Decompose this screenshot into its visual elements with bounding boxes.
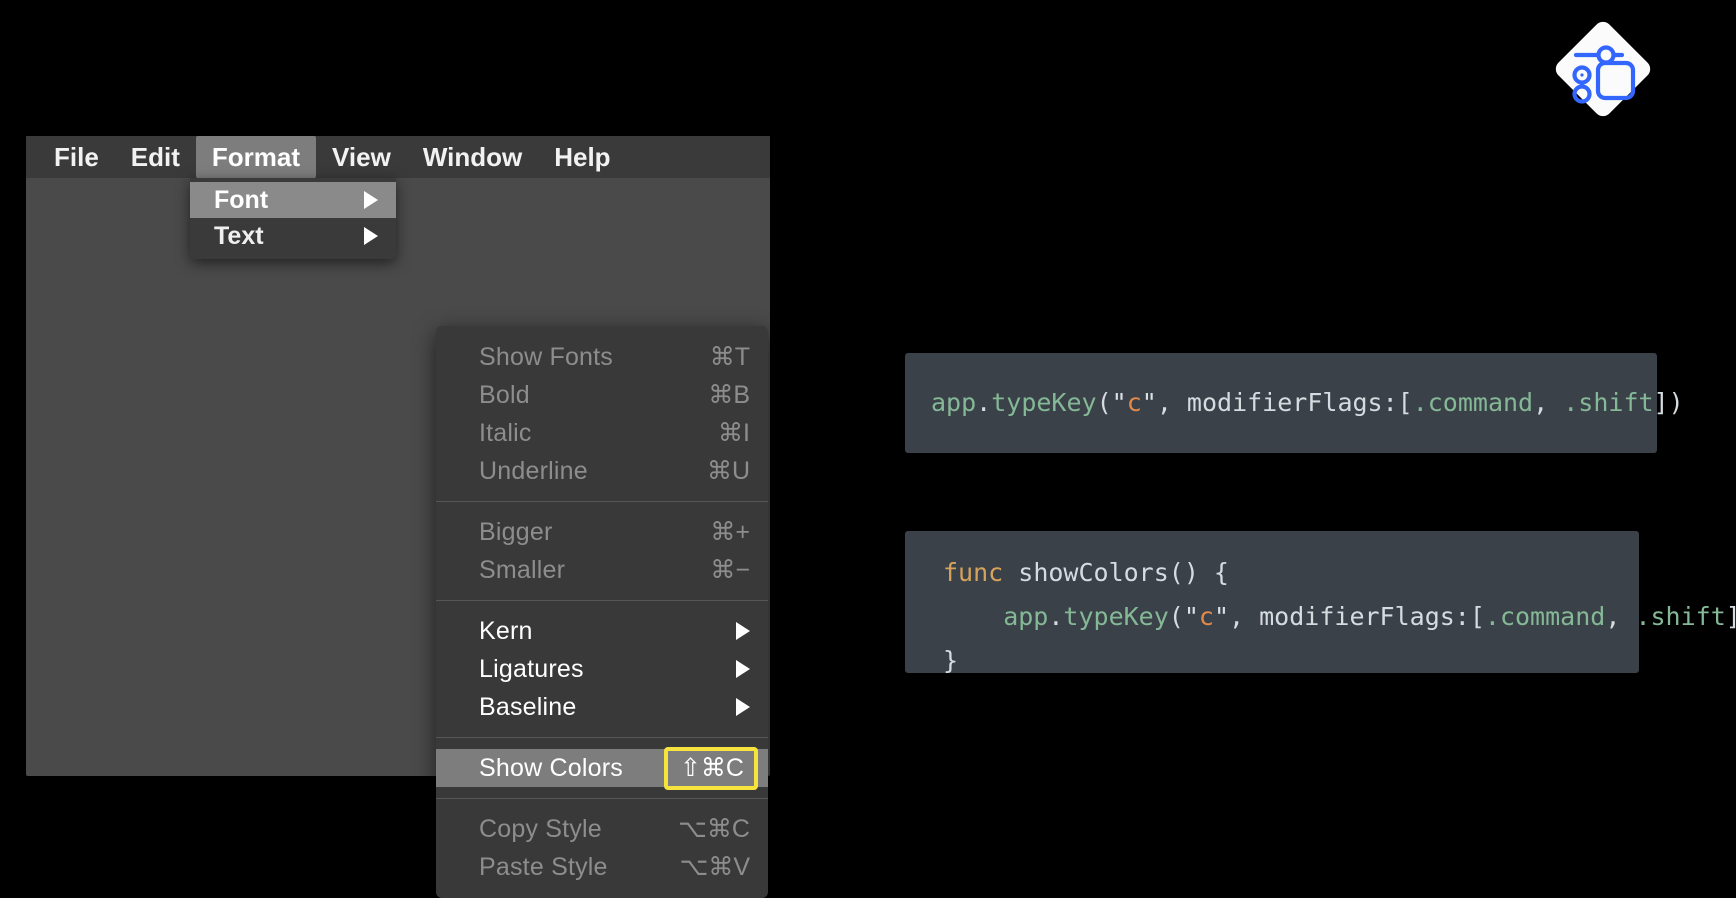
menu-item-text-label: Text bbox=[214, 221, 264, 250]
code-token: .command bbox=[1412, 388, 1534, 417]
menu-item-bigger[interactable]: Bigger ⌘+ bbox=[436, 513, 768, 551]
menu-item-shortcut: ⌘T bbox=[709, 343, 750, 371]
code-token: typeKey bbox=[991, 388, 1097, 417]
code-token: ( bbox=[1096, 388, 1112, 417]
menu-item-shortcut: ⌘I bbox=[718, 419, 750, 447]
code-token: " bbox=[1111, 388, 1127, 417]
code-token: app bbox=[931, 388, 977, 417]
menu-separator bbox=[436, 737, 768, 738]
menubar-item-view[interactable]: View bbox=[316, 136, 407, 178]
menu-item-shortcut: ⌘− bbox=[710, 556, 750, 584]
code-token: ]) bbox=[1653, 388, 1684, 417]
code-block-showcolors: func showColors() { app.typeKey("c", mod… bbox=[905, 531, 1736, 675]
menu-item-label: Kern bbox=[479, 616, 533, 645]
code-token: . bbox=[1048, 602, 1064, 631]
code-token: c bbox=[1126, 388, 1142, 417]
code-token: c bbox=[1198, 602, 1214, 631]
menu-item-shortcut: ⌘U bbox=[706, 457, 750, 485]
chevron-right-icon bbox=[736, 660, 750, 678]
menubar-item-window[interactable]: Window bbox=[407, 136, 538, 178]
menu-item-text[interactable]: Text bbox=[190, 218, 396, 254]
menu-item-label: Bold bbox=[479, 380, 530, 409]
shortcut-highlight-box: ⇧⌘C bbox=[664, 746, 758, 790]
code-line: app.typeKey("c", modifierFlags:[.command… bbox=[931, 381, 1684, 425]
code-token: " bbox=[1141, 388, 1157, 417]
code-token: .shift bbox=[1635, 602, 1726, 631]
menu-item-copy-style[interactable]: Copy Style ⌥⌘C bbox=[436, 810, 768, 848]
menu-item-shortcut: ⌘B bbox=[708, 381, 750, 409]
code-token: , bbox=[1533, 388, 1564, 417]
format-dropdown-menu: Font Text bbox=[190, 178, 396, 259]
chevron-right-icon bbox=[736, 698, 750, 716]
code-token: showColors() { bbox=[1003, 558, 1229, 587]
menu-item-show-colors[interactable]: Show Colors ⇧⌘C bbox=[436, 746, 768, 790]
code-token: ( bbox=[1168, 602, 1184, 631]
menubar-item-format[interactable]: Format bbox=[195, 136, 317, 178]
menu-item-shortcut: ⌥⌘V bbox=[679, 853, 750, 881]
code-token: } bbox=[943, 646, 959, 675]
menu-item-bold[interactable]: Bold ⌘B bbox=[436, 376, 768, 414]
menu-item-font[interactable]: Font bbox=[190, 182, 396, 218]
chevron-right-icon bbox=[736, 622, 750, 640]
menu-item-ligatures[interactable]: Ligatures bbox=[436, 650, 768, 688]
menu-item-label: Show Fonts bbox=[479, 342, 614, 371]
menu-item-baseline[interactable]: Baseline bbox=[436, 688, 768, 726]
menu-item-smaller[interactable]: Smaller ⌘− bbox=[436, 551, 768, 589]
menubar: File Edit Format View Window Help bbox=[26, 136, 770, 178]
menu-item-show-fonts[interactable]: Show Fonts ⌘T bbox=[436, 338, 768, 376]
code-block-typekey: app.typeKey("c", modifierFlags:[.command… bbox=[905, 353, 1684, 453]
code-token: func bbox=[943, 558, 1004, 587]
code-token: .shift bbox=[1563, 388, 1654, 417]
code-token: , modifierFlags:[ bbox=[1156, 388, 1413, 417]
menubar-item-help[interactable]: Help bbox=[538, 136, 626, 178]
menu-item-label: Ligatures bbox=[479, 654, 584, 683]
code-token: app bbox=[943, 602, 1049, 631]
menu-item-label: Copy Style bbox=[479, 814, 602, 843]
menu-item-label: Smaller bbox=[479, 555, 566, 584]
menu-item-label: Baseline bbox=[479, 692, 577, 721]
menu-item-label: Bigger bbox=[479, 517, 553, 546]
code-line: } bbox=[943, 639, 1639, 683]
menubar-item-file[interactable]: File bbox=[38, 136, 115, 178]
font-submenu: Show Fonts ⌘T Bold ⌘B Italic ⌘I Underline ⌘U Big… bbox=[436, 326, 768, 898]
menu-item-font-label: Font bbox=[214, 185, 269, 214]
code-line: app.typeKey("c", modifierFlags:[.command… bbox=[943, 595, 1736, 639]
menu-item-label: Paste Style bbox=[479, 852, 608, 881]
code-token: , bbox=[1605, 602, 1636, 631]
logo-svg bbox=[1555, 21, 1651, 117]
code-token: " bbox=[1213, 602, 1230, 631]
chevron-right-icon bbox=[364, 227, 378, 245]
menu-item-shortcut: ⌘+ bbox=[710, 518, 750, 546]
menu-item-shortcut: ⌥⌘C bbox=[678, 815, 750, 843]
code-token: " bbox=[1183, 602, 1199, 631]
menubar-item-edit[interactable]: Edit bbox=[115, 136, 196, 178]
code-token: ]) bbox=[1726, 602, 1736, 631]
code-token: typeKey bbox=[1063, 602, 1169, 631]
menu-item-underline[interactable]: Underline ⌘U bbox=[436, 452, 768, 490]
radio-dot-icon bbox=[1580, 73, 1584, 77]
menu-separator bbox=[436, 798, 768, 799]
menu-item-paste-style[interactable]: Paste Style ⌥⌘V bbox=[436, 848, 768, 886]
menu-separator bbox=[436, 501, 768, 502]
menu-item-label: Underline bbox=[479, 456, 588, 485]
menu-item-label: Show Colors bbox=[479, 753, 623, 782]
code-line: func showColors() { bbox=[943, 551, 1639, 595]
code-token: , modifierFlags:[ bbox=[1229, 602, 1485, 631]
menu-item-italic[interactable]: Italic ⌘I bbox=[436, 414, 768, 452]
menu-item-label: Italic bbox=[479, 418, 532, 447]
app-window: File Edit Format View Window Help Font T… bbox=[26, 136, 770, 898]
code-token: .command bbox=[1484, 602, 1606, 631]
settings-diamond-logo bbox=[1543, 9, 1663, 129]
chevron-right-icon bbox=[364, 191, 378, 209]
slider-knob-icon bbox=[1596, 45, 1616, 65]
menu-separator bbox=[436, 600, 768, 601]
menu-item-kern[interactable]: Kern bbox=[436, 612, 768, 650]
code-token: . bbox=[976, 388, 992, 417]
